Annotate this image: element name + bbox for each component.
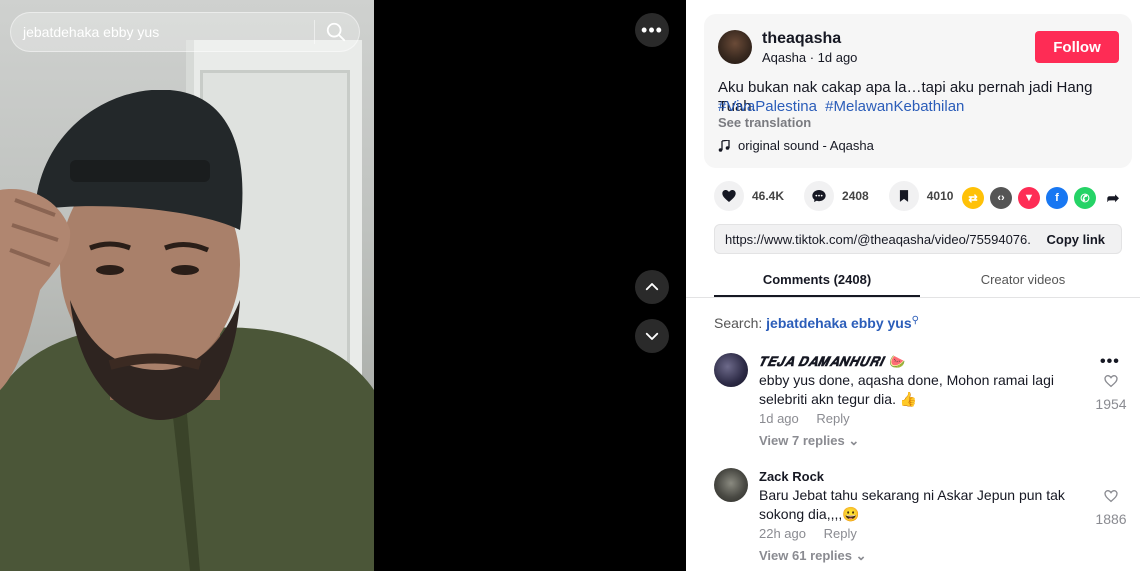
share-buttons: ⇄ ‹› ▼ f ✆ ➦ xyxy=(962,187,1130,209)
next-video-button[interactable] xyxy=(635,319,669,353)
hashtag-link[interactable]: #MelawanKebathilan xyxy=(825,98,964,115)
send-icon[interactable]: ▼ xyxy=(1018,187,1040,209)
comment-meta: 1d ago Reply xyxy=(759,411,864,426)
commenter-avatar[interactable] xyxy=(714,353,748,387)
save-action[interactable]: 4010 xyxy=(888,181,954,211)
like-count: 46.4K xyxy=(752,189,785,203)
tab-divider xyxy=(686,297,1140,298)
copy-link-field[interactable]: https://www.tiktok.com/@theaqasha/video/… xyxy=(714,224,1122,254)
tab-creator-videos[interactable]: Creator videos xyxy=(920,263,1126,297)
panel-tabs: Comments (2408) Creator videos xyxy=(714,263,1126,297)
author-avatar[interactable] xyxy=(718,30,752,64)
follow-button[interactable]: Follow xyxy=(1035,31,1119,63)
chevron-up-icon xyxy=(645,283,659,291)
like-action[interactable]: 46.4K xyxy=(714,181,784,211)
search-icon[interactable] xyxy=(325,21,347,43)
heart-outline-icon xyxy=(1104,489,1118,503)
share-arrow-icon[interactable]: ➦ xyxy=(1102,187,1124,209)
comment-action[interactable]: 2408 xyxy=(804,181,869,211)
search-prefix: Search: xyxy=(714,315,767,331)
commenter-name[interactable]: 𝑻𝑬𝑱𝑨 𝑫𝑨𝑴𝑨𝑵𝑯𝑼𝑹𝑰 🍉 xyxy=(759,354,905,370)
commenter-avatar[interactable] xyxy=(714,468,748,502)
video-player[interactable]: jebatdehaka ebby yus xyxy=(0,0,374,571)
hashtag-link[interactable]: #VivaPalestina xyxy=(718,98,817,115)
post-info-card: theaqasha Aqasha · 1d ago Follow Aku buk… xyxy=(704,14,1132,168)
comment-text: Baru Jebat tahu sekarang ni Askar Jepun … xyxy=(759,487,1065,522)
comment-search-suggestion[interactable]: Search: jebatdehaka ebby yus⚲ xyxy=(714,315,919,331)
comment-count: 2408 xyxy=(842,189,869,203)
engagement-actions: 46.4K 2408 4010 xyxy=(714,181,973,211)
video-search-bar[interactable]: jebatdehaka ebby yus xyxy=(10,12,360,52)
repost-icon[interactable]: ⇄ xyxy=(962,187,984,209)
comment-meta: 22h ago Reply xyxy=(759,526,871,541)
embed-icon[interactable]: ‹› xyxy=(990,187,1012,209)
author-subline: Aqasha · 1d ago xyxy=(762,50,858,65)
search-divider xyxy=(314,20,315,44)
sound-name: original sound - Aqasha xyxy=(738,138,874,153)
whatsapp-icon[interactable]: ✆ xyxy=(1074,187,1096,209)
chevron-down-icon: ⌄ xyxy=(855,548,867,563)
comment-icon[interactable] xyxy=(804,181,835,211)
video-url[interactable]: https://www.tiktok.com/@theaqasha/video/… xyxy=(715,232,1030,247)
author-username[interactable]: theaqasha xyxy=(762,30,841,48)
more-options-button[interactable]: ••• xyxy=(635,13,669,47)
view-replies-button[interactable]: View 61 replies ⌄ xyxy=(759,548,867,564)
view-replies-label: View 7 replies xyxy=(759,433,845,448)
previous-video-button[interactable] xyxy=(635,270,669,304)
search-small-icon: ⚲ xyxy=(911,315,919,326)
comment-like-count: 1886 xyxy=(1095,511,1127,527)
save-count: 4010 xyxy=(926,189,954,203)
see-translation-link[interactable]: See translation xyxy=(718,115,811,130)
view-replies-button[interactable]: View 7 replies ⌄ xyxy=(759,433,859,449)
copy-link-button[interactable]: Copy link xyxy=(1030,232,1121,247)
chevron-down-icon xyxy=(645,332,659,340)
commenter-name[interactable]: Zack Rock xyxy=(759,469,824,484)
video-person xyxy=(0,90,374,571)
search-query[interactable]: jebatdehaka ebby yus xyxy=(23,24,314,40)
heart-icon[interactable] xyxy=(714,181,744,211)
details-panel: theaqasha Aqasha · 1d ago Follow Aku buk… xyxy=(686,0,1140,571)
music-note-icon xyxy=(718,139,730,152)
facebook-icon[interactable]: f xyxy=(1046,187,1068,209)
more-icon: ••• xyxy=(641,19,663,40)
comment-like-count: 1954 xyxy=(1095,396,1127,412)
search-term[interactable]: jebatdehaka ebby yus xyxy=(766,315,912,331)
reply-button[interactable]: Reply xyxy=(824,526,857,541)
post-hashtags: #VivaPalestina #MelawanKebathilan xyxy=(718,97,968,116)
bookmark-icon[interactable] xyxy=(888,181,919,211)
comment-like-button[interactable]: 1954 xyxy=(1092,373,1130,412)
heart-outline-icon xyxy=(1104,374,1118,388)
comment-text: ebby yus done, aqasha done, Mohon ramai … xyxy=(759,372,1054,407)
tab-comments[interactable]: Comments (2408) xyxy=(714,263,920,297)
sound-link[interactable]: original sound - Aqasha xyxy=(718,138,874,153)
video-area: jebatdehaka ebby yus ••• xyxy=(0,0,686,571)
comment-time: 22h ago xyxy=(759,526,806,541)
comment-more-icon[interactable]: ••• xyxy=(1100,353,1120,371)
chevron-down-icon: ⌄ xyxy=(848,433,860,448)
tiktok-video-page: jebatdehaka ebby yus ••• theaqasha Aqash… xyxy=(0,0,1140,571)
comment-time: 1d ago xyxy=(759,411,799,426)
comment-like-button[interactable]: 1886 xyxy=(1092,488,1130,527)
view-replies-label: View 61 replies xyxy=(759,548,852,563)
reply-button[interactable]: Reply xyxy=(816,411,849,426)
